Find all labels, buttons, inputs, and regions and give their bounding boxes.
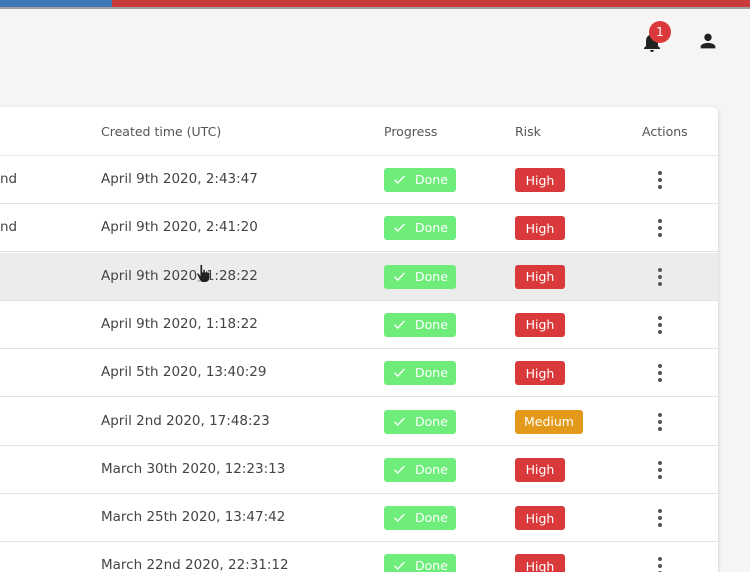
- user-icon[interactable]: [697, 30, 719, 52]
- risk-badge: High: [515, 264, 565, 289]
- risk-badge: High: [515, 312, 565, 337]
- column-risk[interactable]: Risk: [515, 124, 541, 139]
- risk-badge: High: [515, 554, 565, 572]
- hand-cursor-icon: [196, 264, 210, 282]
- progress-label: Done: [415, 268, 448, 284]
- check-icon: [394, 368, 406, 378]
- more-actions-icon[interactable]: [651, 456, 669, 484]
- row-created-time: April 2nd 2020, 17:48:23: [101, 412, 270, 429]
- top-accent-left: [0, 0, 112, 7]
- more-actions-icon[interactable]: [651, 359, 669, 387]
- row-created-time: March 30th 2020, 12:23:13: [101, 460, 286, 477]
- risk-badge: High: [515, 361, 565, 386]
- table-row[interactable]: nd April 9th 2020, 2:41:20 Done High: [0, 204, 718, 253]
- table-row[interactable]: March 30th 2020, 12:23:13 Done High: [0, 446, 718, 494]
- app-header: [0, 9, 750, 67]
- more-actions-icon[interactable]: [651, 263, 669, 291]
- progress-done-badge: Done: [384, 361, 456, 386]
- progress-done-badge: Done: [384, 168, 456, 192]
- row-created-time: April 5th 2020, 13:40:29: [101, 364, 267, 381]
- more-actions-icon[interactable]: [651, 214, 669, 242]
- table-header: Created time (UTC) Progress Risk Actions: [0, 107, 718, 156]
- table-row[interactable]: April 5th 2020, 13:40:29 Done High: [0, 349, 718, 398]
- progress-label: Done: [415, 461, 448, 477]
- risk-badge: High: [515, 216, 565, 241]
- progress-done-badge: Done: [384, 264, 456, 289]
- progress-label: Done: [415, 558, 448, 572]
- progress-done-badge: Done: [384, 506, 456, 531]
- table-row[interactable]: April 9th 2020, 1:18:22 Done High: [0, 301, 718, 349]
- check-icon: [394, 175, 406, 184]
- more-actions-icon[interactable]: [651, 166, 669, 194]
- row-created-time: March 25th 2020, 13:47:42: [101, 509, 286, 526]
- progress-done-badge: Done: [384, 457, 456, 482]
- risk-badge: High: [515, 168, 565, 192]
- check-icon: [394, 320, 406, 329]
- table-row[interactable]: April 2nd 2020, 17:48:23 Done Medium: [0, 398, 718, 446]
- check-icon: [394, 513, 406, 523]
- table-row[interactable]: April 9th 2020, 1:28:22 Done High: [0, 252, 718, 301]
- progress-label: Done: [415, 220, 448, 236]
- column-actions: Actions: [642, 124, 688, 139]
- row-created-time: April 9th 2020, 2:41:20: [101, 219, 258, 236]
- row-created-time: April 9th 2020, 2:43:47: [101, 171, 258, 187]
- row-created-time: March 22nd 2020, 22:31:12: [101, 557, 289, 572]
- risk-badge: Medium: [515, 409, 583, 434]
- top-accent-bar: [0, 0, 750, 7]
- risk-badge: High: [515, 457, 565, 482]
- row-name: nd: [0, 219, 18, 236]
- progress-done-badge: Done: [384, 312, 456, 337]
- check-icon: [394, 561, 406, 571]
- table-row[interactable]: nd April 9th 2020, 2:43:47 Done High: [0, 156, 718, 204]
- progress-label: Done: [415, 413, 448, 429]
- check-icon: [394, 223, 406, 233]
- progress-label: Done: [415, 365, 448, 381]
- top-accent-right: [112, 0, 750, 7]
- column-progress[interactable]: Progress: [384, 124, 437, 139]
- table-row[interactable]: March 22nd 2020, 22:31:12 Done High: [0, 542, 718, 572]
- progress-done-badge: Done: [384, 409, 456, 434]
- progress-label: Done: [415, 172, 448, 187]
- progress-done-badge: Done: [384, 216, 456, 241]
- progress-label: Done: [415, 510, 448, 526]
- row-created-time: April 9th 2020, 1:28:22: [101, 267, 258, 284]
- check-icon: [394, 465, 406, 474]
- column-created-time[interactable]: Created time (UTC): [101, 124, 221, 139]
- more-actions-icon[interactable]: [651, 504, 669, 532]
- more-actions-icon[interactable]: [651, 552, 669, 572]
- check-icon: [394, 272, 406, 281]
- more-actions-icon[interactable]: [651, 408, 669, 436]
- progress-label: Done: [415, 316, 448, 332]
- more-actions-icon[interactable]: [651, 311, 669, 339]
- check-icon: [394, 417, 406, 426]
- row-created-time: April 9th 2020, 1:18:22: [101, 315, 258, 332]
- row-name: nd: [0, 171, 18, 187]
- notification-badge: 1: [649, 21, 671, 43]
- progress-done-badge: Done: [384, 554, 456, 572]
- risk-badge: High: [515, 506, 565, 531]
- events-table: Created time (UTC) Progress Risk Actions…: [0, 107, 718, 572]
- table-row[interactable]: March 25th 2020, 13:47:42 Done High: [0, 494, 718, 543]
